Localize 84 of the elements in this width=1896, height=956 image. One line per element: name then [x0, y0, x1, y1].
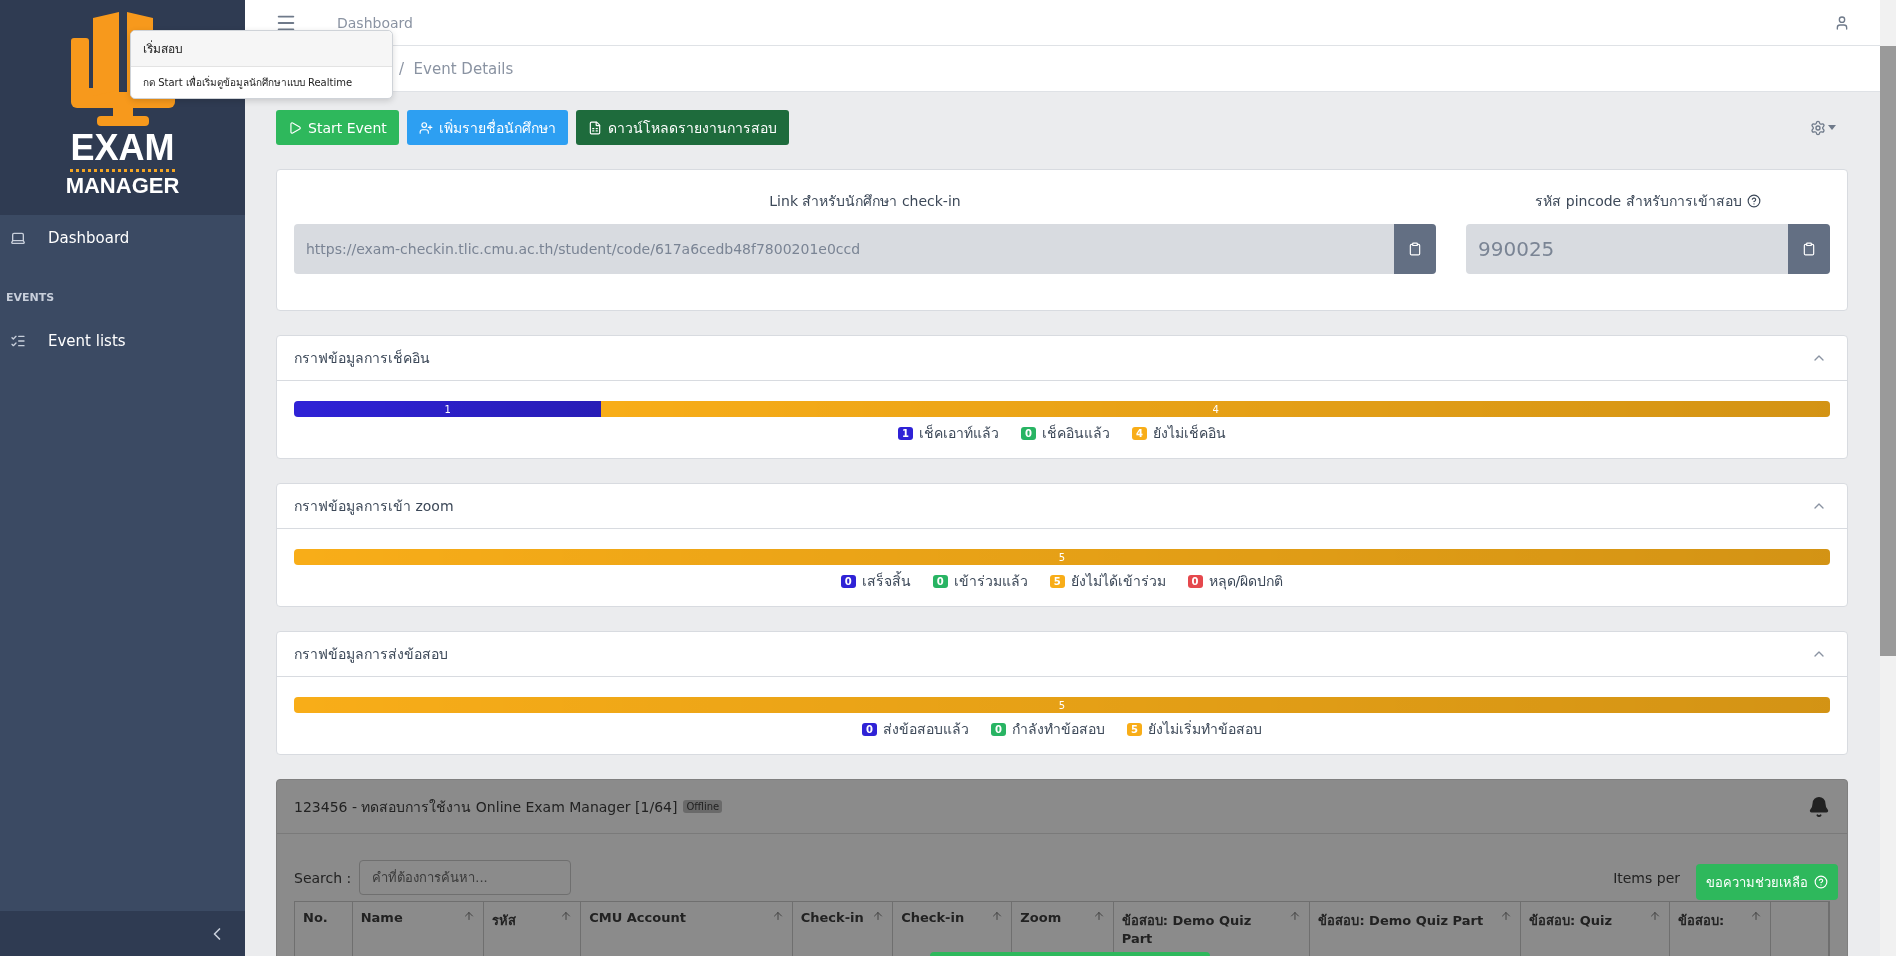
count-badge: 0 [1021, 426, 1036, 440]
sort-icon [991, 910, 1004, 922]
items-label: Items per [1613, 869, 1680, 886]
progress-segment: 5 [294, 549, 1830, 565]
search-field[interactable]: คำที่ต้องการค้นหา... [359, 860, 572, 895]
sort-icon [872, 910, 885, 922]
column-header[interactable]: ข้อสอบ: [1669, 902, 1772, 956]
card-title: กราฟข้อมูลการเข้า zoom [294, 497, 454, 517]
laptop-icon [10, 230, 26, 246]
copy-button[interactable] [1394, 224, 1436, 274]
column-header[interactable]: ข้อสอบ: Demo Quiz Part [1310, 902, 1521, 956]
action-button[interactable]: ดาวน์โหลดรายงานการสอบ [575, 110, 789, 145]
count-badge: 0 [862, 722, 877, 736]
sort-icon [462, 910, 475, 922]
nav-heading: EVENTS [5, 290, 56, 306]
count-badge: 0 [840, 574, 856, 588]
sort-icon [560, 910, 573, 922]
legend-label: หลุด/ผิดปกติ [1208, 572, 1284, 592]
list-icon [10, 333, 26, 349]
scrollbar[interactable] [1880, 0, 1896, 956]
column-header[interactable]: ข้อสอบ: Quiz [1520, 902, 1670, 956]
legend-label: เช็คอินแล้ว [1042, 423, 1110, 443]
legend-label: เช็คเอาท์แล้ว [919, 423, 999, 443]
add-user-icon [418, 120, 433, 135]
settings-icon [1810, 119, 1826, 136]
legend-label: กำลังทำข้อสอบ [1012, 720, 1105, 739]
spreadsheet-icon [587, 120, 602, 135]
sort-icon [1499, 910, 1512, 922]
logo-text: EXAM [70, 130, 175, 172]
help-button[interactable]: ขอความช่วยเหลือ [1696, 864, 1838, 900]
popover-title: เริ่มสอบ [131, 31, 392, 67]
progress-segment: 1 [294, 401, 602, 417]
breadcrumb: / Event Details [399, 59, 514, 78]
action-button[interactable]: เพิ่มรายชื่อนักศึกษา [406, 110, 568, 145]
bell-icon[interactable] [1808, 795, 1830, 818]
legend-label: เสร็จสิ้น [861, 570, 911, 591]
count-badge: 1 [898, 426, 913, 440]
card-title: 123456 - ทดสอบการใช้งาน Online Exam Manager [1/64] [294, 797, 678, 817]
column-header[interactable]: CMU Account [581, 902, 793, 956]
help-icon [1814, 875, 1828, 889]
nav-item[interactable]: Event lists [0, 318, 245, 364]
field-label: Link สำหรับนักศึกษา check-in [768, 192, 962, 211]
card-title: กราฟข้อมูลการเช็คอิน [294, 348, 430, 369]
legend-label: ยังไม่เช็คอิน [1152, 423, 1226, 443]
sort-icon [1648, 910, 1661, 922]
play-icon [288, 120, 302, 135]
status-badge: Offline [683, 800, 723, 813]
clipboard-icon [1802, 242, 1816, 256]
sort-icon [771, 910, 784, 922]
sort-icon [1289, 910, 1302, 922]
logo-text: MANAGER [65, 172, 180, 197]
page-title: Dashboard [337, 14, 414, 31]
count-badge: 5 [1049, 574, 1065, 588]
copy-button[interactable] [1788, 224, 1830, 274]
pincode-field[interactable]: 990025 [1466, 224, 1830, 274]
column-header: No. [295, 902, 353, 956]
column-header[interactable]: Check-in [792, 902, 894, 956]
count-badge: 0 [991, 722, 1006, 736]
link-field[interactable]: https://exam-checkin.tlic.cmu.ac.th/student/code/617a6cedb48f7800201e0ccd [294, 224, 1436, 274]
progress-segment: 5 [294, 697, 1830, 713]
count-badge: 4 [1132, 426, 1147, 440]
count-badge: 5 [1127, 722, 1142, 736]
column-header[interactable]: รหัส [483, 902, 582, 956]
search-label: Search : [294, 869, 352, 886]
field-label: รหัส pincode สำหรับการเข้าสอบ [1535, 192, 1742, 211]
column-header[interactable]: Name [352, 902, 484, 956]
progress-segment: 4 [601, 401, 1830, 417]
help-icon[interactable] [1746, 194, 1761, 208]
legend-label: ส่งข้อสอบแล้ว [883, 720, 969, 739]
legend-label: ยังไม่ได้เข้าร่วม [1070, 572, 1166, 591]
clipboard-icon [1408, 242, 1422, 256]
legend-label: เข้าร่วมแล้ว [953, 572, 1028, 591]
card-title: กราฟข้อมูลการส่งข้อสอบ [294, 645, 448, 665]
count-badge: 0 [932, 574, 948, 588]
popover-text: กด Start เพื่อเริ่มดูข้อมูลนักศึกษาแบบ Realtime [142, 74, 354, 91]
settings-dropdown[interactable] [1810, 119, 1836, 136]
nav-item[interactable]: Dashboard [0, 215, 245, 261]
sort-icon [1750, 910, 1763, 922]
caret-icon [1828, 125, 1836, 130]
user-icon[interactable] [1834, 14, 1850, 31]
legend-label: ยังไม่เริ่มทำข้อสอบ [1147, 719, 1262, 739]
sort-icon [1092, 910, 1105, 922]
action-button[interactable]: Start Event [276, 110, 399, 145]
count-badge: 0 [1187, 574, 1203, 588]
